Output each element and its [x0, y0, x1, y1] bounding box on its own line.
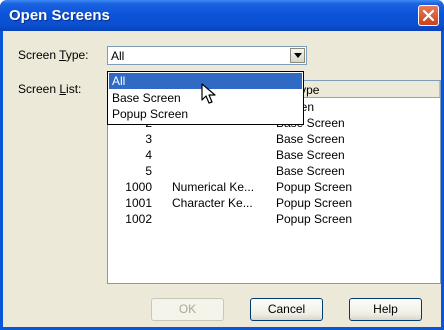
- open-screens-dialog: Open Screens Screen Type: All Screen Lis…: [0, 0, 444, 330]
- row-name: Character Ke...: [172, 196, 253, 210]
- mouse-pointer-icon: [201, 83, 216, 104]
- table-row[interactable]: 1002 Popup Screen: [108, 211, 440, 227]
- ok-button[interactable]: OK: [151, 298, 224, 321]
- dropdown-option-label: Popup Screen: [112, 107, 189, 121]
- table-row[interactable]: 4 Base Screen: [108, 147, 440, 163]
- row-number: 1001: [125, 196, 152, 210]
- row-number: 5: [145, 164, 152, 178]
- row-name: Numerical Ke...: [172, 180, 255, 194]
- close-icon: [422, 9, 435, 22]
- screen-type-value: All: [111, 49, 125, 63]
- row-number: 1000: [125, 180, 152, 194]
- row-type: Base Screen: [276, 148, 345, 162]
- row-number: 3: [145, 132, 152, 146]
- screen-type-select[interactable]: All: [107, 46, 307, 65]
- chevron-down-icon: [294, 53, 302, 58]
- close-button[interactable]: [418, 5, 439, 26]
- title-bar[interactable]: Open Screens: [0, 0, 444, 31]
- table-row[interactable]: 1001 Character Ke... Popup Screen: [108, 195, 440, 211]
- table-row[interactable]: 3 Base Screen: [108, 131, 440, 147]
- screen-type-dropdown-button[interactable]: [290, 48, 305, 63]
- dialog-title: Open Screens: [9, 7, 110, 24]
- help-button[interactable]: Help: [349, 298, 422, 321]
- row-type: Base Screen: [276, 164, 345, 178]
- dropdown-option-popup-screen[interactable]: Popup Screen: [109, 106, 302, 122]
- screen-list-label: Screen List:: [18, 82, 82, 96]
- row-type: Popup Screen: [276, 212, 353, 226]
- table-row[interactable]: 5 Base Screen: [108, 163, 440, 179]
- row-type: Base Screen: [276, 132, 345, 146]
- dropdown-option-label: All: [112, 74, 126, 88]
- cancel-button[interactable]: Cancel: [250, 298, 323, 321]
- dropdown-option-label: Base Screen: [112, 91, 181, 105]
- screen-type-label: Screen Type:: [18, 48, 89, 62]
- row-number: 1002: [125, 212, 152, 226]
- row-type: Popup Screen: [276, 196, 353, 210]
- row-number: 4: [145, 148, 152, 162]
- row-type: Popup Screen: [276, 180, 353, 194]
- table-row[interactable]: 1000 Numerical Ke... Popup Screen: [108, 179, 440, 195]
